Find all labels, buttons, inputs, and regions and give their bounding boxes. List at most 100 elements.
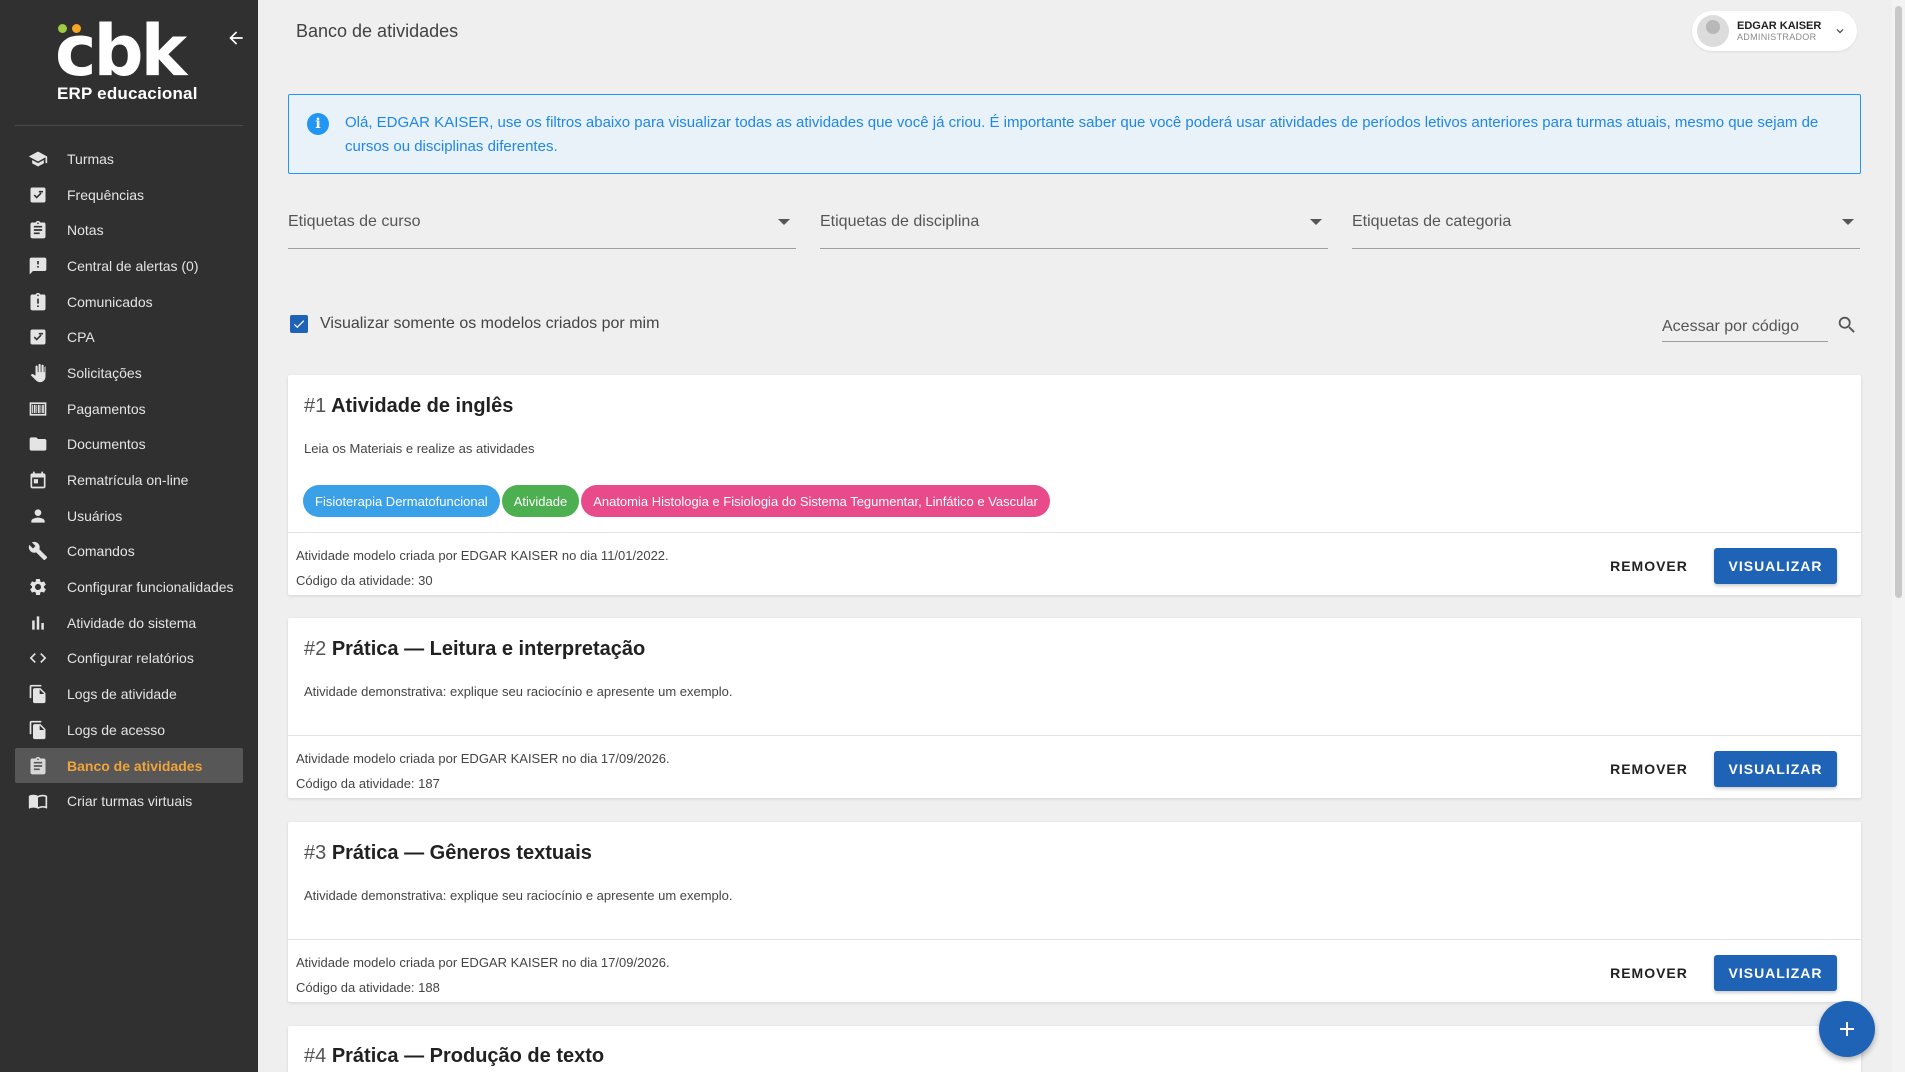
collapse-sidebar-button[interactable] <box>224 26 248 50</box>
remove-button[interactable]: REMOVER <box>1606 548 1692 584</box>
sidebar-item-banco-atividades[interactable]: Banco de atividades <box>15 747 243 784</box>
only-mine-label: Visualizar somente os modelos criados po… <box>320 315 660 332</box>
activity-created: Atividade modelo criada por EDGAR KAISER… <box>296 955 670 970</box>
tag-chip[interactable]: Fisioterapia Dermatofuncional <box>303 485 500 517</box>
sidebar-item-configurar-funcionalidades[interactable]: Configurar funcionalidades <box>15 569 243 605</box>
sidebar-item-label: Usuários <box>67 507 123 524</box>
activity-meta: Atividade modelo criada por EDGAR KAISER… <box>296 746 670 796</box>
sidebar-item-usuarios[interactable]: Usuários <box>15 498 243 534</box>
code-search-field[interactable] <box>1662 312 1828 342</box>
sidebar-item-cpa[interactable]: CPA <box>15 319 243 355</box>
info-alert: i Olá, EDGAR KAISER, use os filtros abai… <box>288 94 1861 174</box>
logo-dot-green <box>58 24 67 33</box>
clipboard-icon <box>27 219 49 241</box>
dropdown-arrow-icon <box>1842 219 1854 225</box>
only-mine-checkbox-row[interactable]: Visualizar somente os modelos criados po… <box>290 315 659 333</box>
user-menu[interactable]: EDGAR KAISER ADMINISTRADOR <box>1692 11 1857 51</box>
sidebar-item-label: Comandos <box>67 543 135 560</box>
file-copy-icon <box>27 719 49 741</box>
school-icon <box>27 148 49 170</box>
scrollbar-thumb[interactable] <box>1895 6 1902 598</box>
sidebar-item-label: Central de alertas (0) <box>67 257 199 274</box>
info-icon: i <box>307 113 329 135</box>
sidebar-item-comandos[interactable]: Comandos <box>15 534 243 570</box>
page-title: Banco de atividades <box>296 21 459 41</box>
activity-meta: Atividade modelo criada por EDGAR KAISER… <box>296 543 669 593</box>
activity-created: Atividade modelo criada por EDGAR KAISER… <box>296 751 670 766</box>
sidebar-item-logs-acesso[interactable]: Logs de acesso <box>15 712 243 748</box>
sidebar-item-label: Pagamentos <box>67 400 146 417</box>
activity-number: #1 <box>304 395 327 417</box>
activity-card: #3 Prática — Gêneros textuais Atividade … <box>288 822 1861 1002</box>
activity-title-text: Prática — Gêneros textuais <box>331 842 592 864</box>
activity-title: #2 Prática — Leitura e interpretação <box>304 638 645 661</box>
course-tags-select[interactable]: Etiquetas de curso <box>288 205 796 249</box>
activity-title-text: Prática — Leitura e interpretação <box>331 638 646 660</box>
info-alert-text: Olá, EDGAR KAISER, use os filtros abaixo… <box>345 114 1819 155</box>
view-button[interactable]: VISUALIZAR <box>1714 548 1837 584</box>
activity-number: #4 <box>304 1045 327 1067</box>
activity-description: Atividade demonstrativa: explique seu ra… <box>304 684 733 699</box>
sidebar-item-logs-atividade[interactable]: Logs de atividade <box>15 676 243 712</box>
sidebar-item-rematricula[interactable]: Rematrícula on-line <box>15 462 243 498</box>
remove-button[interactable]: REMOVER <box>1606 751 1692 787</box>
page-scrollbar[interactable] <box>1892 0 1905 1072</box>
activity-title: #3 Prática — Gêneros textuais <box>304 842 592 865</box>
person-icon <box>27 505 49 527</box>
sidebar-item-documentos[interactable]: Documentos <box>15 427 243 463</box>
sidebar-item-label: Configurar funcionalidades <box>67 579 234 596</box>
sidebar-item-turmas[interactable]: Turmas <box>15 141 243 177</box>
sidebar-item-label: Logs de acesso <box>67 721 166 738</box>
chevron-down-icon <box>1836 29 1844 34</box>
sidebar-item-solicitacoes[interactable]: Solicitações <box>15 355 243 391</box>
user-role: ADMINISTRADOR <box>1737 32 1817 43</box>
barcode-icon <box>27 398 49 420</box>
activity-meta: Atividade modelo criada por EDGAR KAISER… <box>296 950 670 1000</box>
search-button[interactable] <box>1836 314 1858 336</box>
tag-chip[interactable]: Anatomia Histologia e Fisiologia do Sist… <box>581 485 1050 517</box>
logo[interactable]: cbk ERP educacional <box>15 0 243 126</box>
sidebar-item-label: Notas <box>67 222 104 239</box>
search-icon <box>1838 316 1855 333</box>
activity-created: Atividade modelo criada por EDGAR KAISER… <box>296 548 669 563</box>
sidebar-item-label: Documentos <box>67 436 146 453</box>
gear-icon <box>27 576 49 598</box>
activity-tags: Fisioterapia Dermatofuncional Atividade … <box>303 485 1052 517</box>
sidebar-item-label: Criar turmas virtuais <box>67 793 193 810</box>
discipline-tags-select[interactable]: Etiquetas de disciplina <box>820 205 1328 249</box>
remove-button[interactable]: REMOVER <box>1606 955 1692 991</box>
logo-dot-orange <box>72 24 81 33</box>
activity-number: #2 <box>304 638 327 660</box>
add-activity-button[interactable] <box>1819 1001 1875 1057</box>
category-tags-label: Etiquetas de categoria <box>1352 213 1512 230</box>
code-search-input[interactable] <box>1662 312 1828 341</box>
activity-code: Código da atividade: 187 <box>296 776 440 791</box>
checklist-icon <box>27 184 49 206</box>
only-mine-checkbox[interactable] <box>290 315 308 333</box>
sidebar-item-notas[interactable]: Notas <box>15 212 243 248</box>
sidebar-item-label: Solicitações <box>67 364 142 381</box>
alert-message-icon <box>27 255 49 277</box>
dropdown-arrow-icon <box>778 219 790 225</box>
discipline-tags-label: Etiquetas de disciplina <box>820 213 980 230</box>
activity-title-text: Prática — Produção de texto <box>331 1045 605 1067</box>
sidebar-item-pagamentos[interactable]: Pagamentos <box>15 391 243 427</box>
activity-footer: Atividade modelo criada por EDGAR KAISER… <box>288 735 1861 798</box>
activity-description: Atividade demonstrativa: explique seu ra… <box>304 888 733 903</box>
sidebar-item-atividade-sistema[interactable]: Atividade do sistema <box>15 605 243 641</box>
sidebar-item-frequencias[interactable]: Frequências <box>15 177 243 213</box>
activity-number: #3 <box>304 842 327 864</box>
activity-card: #2 Prática — Leitura e interpretação Ati… <box>288 618 1861 798</box>
course-tags-label: Etiquetas de curso <box>288 213 421 230</box>
view-button[interactable]: VISUALIZAR <box>1714 955 1837 991</box>
sidebar-item-configurar-relatorios[interactable]: Configurar relatórios <box>15 641 243 677</box>
tag-chip[interactable]: Atividade <box>501 485 580 517</box>
category-tags-select[interactable]: Etiquetas de categoria <box>1352 205 1860 249</box>
sidebar-item-criar-turmas-virtuais[interactable]: Criar turmas virtuais <box>15 783 243 819</box>
sidebar-item-comunicados[interactable]: Comunicados <box>15 284 243 320</box>
book-icon <box>27 790 49 812</box>
sidebar-item-central-alertas[interactable]: Central de alertas (0) <box>15 248 243 284</box>
view-button[interactable]: VISUALIZAR <box>1714 751 1837 787</box>
sidebar-item-label: Frequências <box>67 186 145 203</box>
user-info: EDGAR KAISER ADMINISTRADOR <box>1737 20 1821 43</box>
